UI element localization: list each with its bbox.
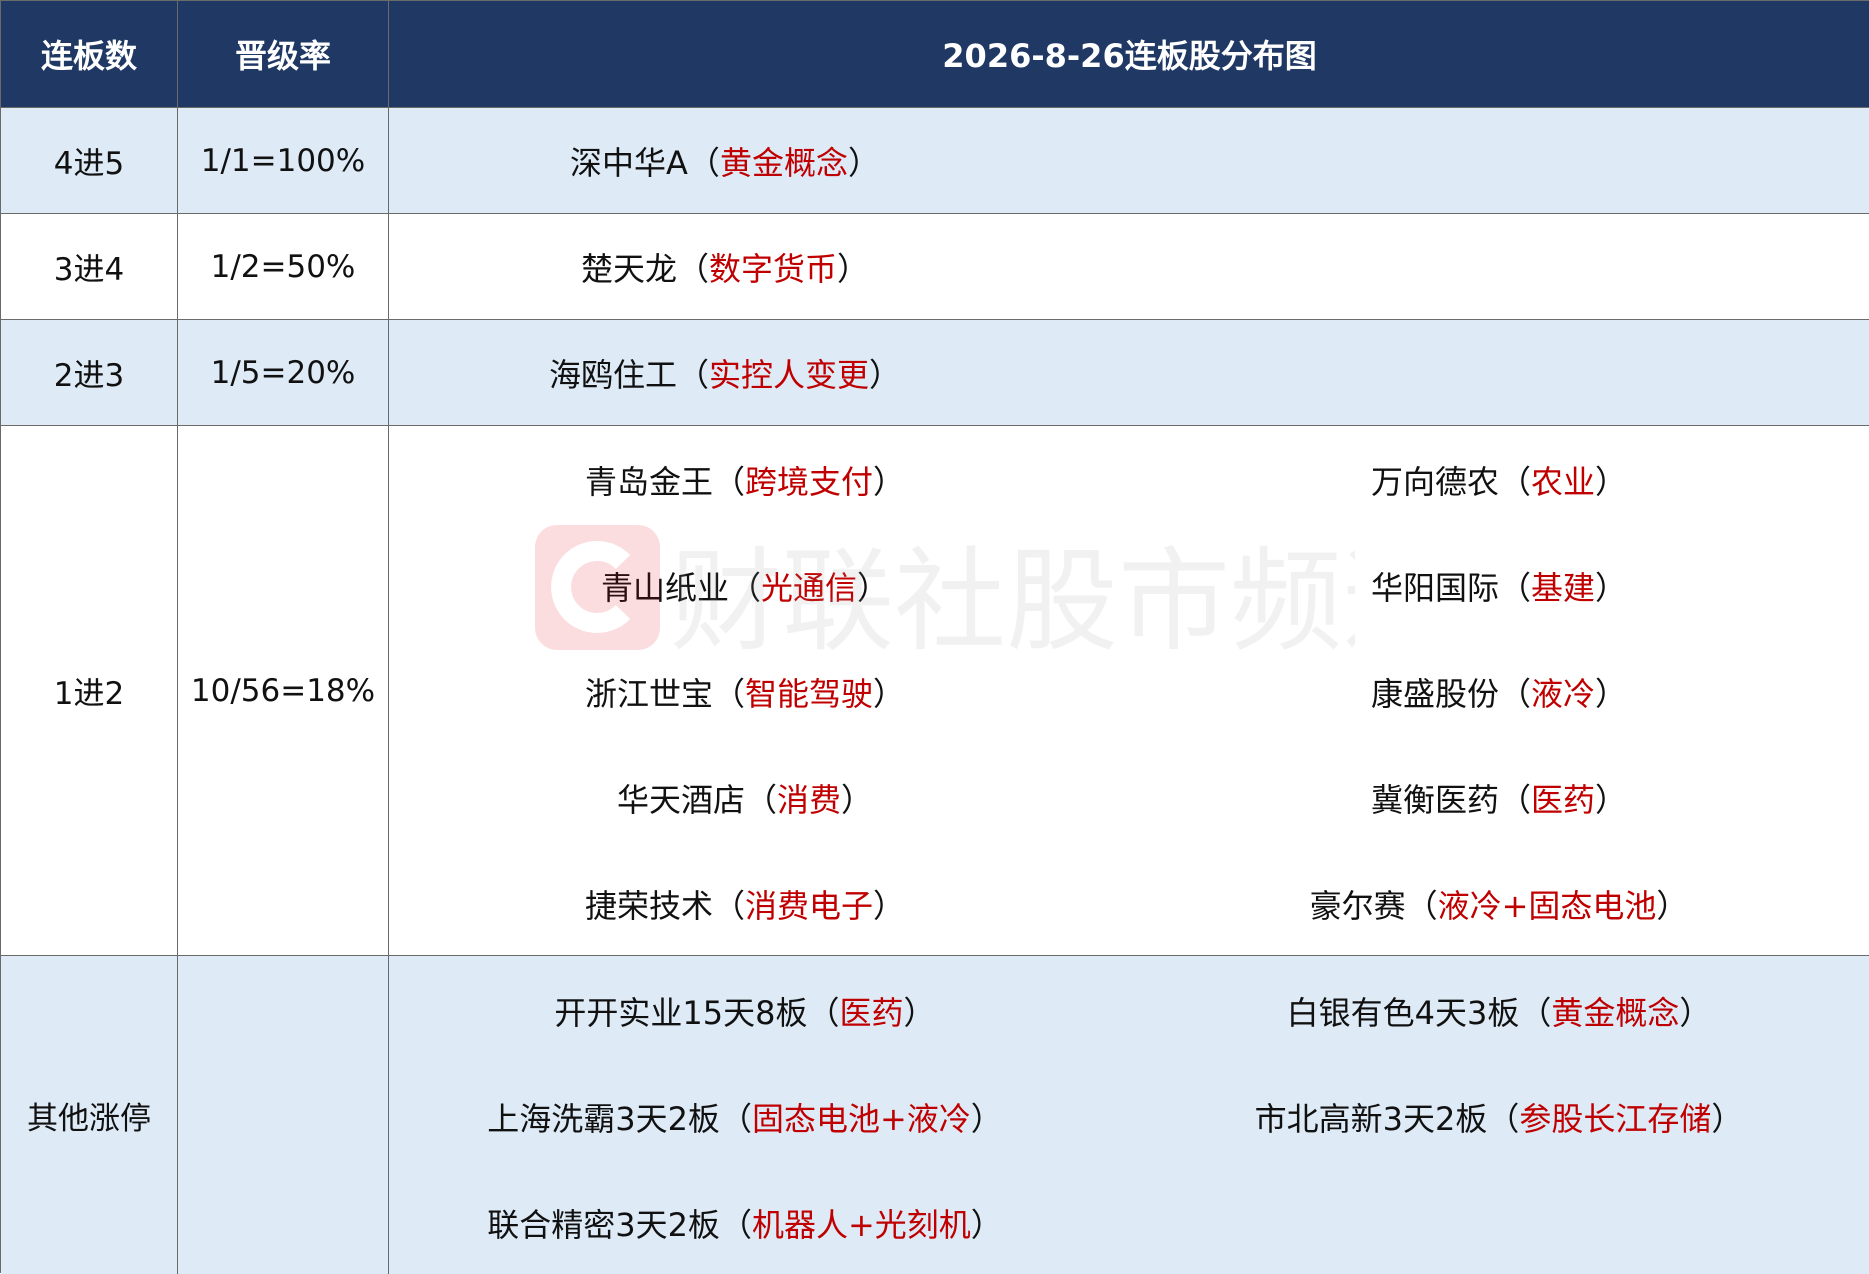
concept-tag: 基建 (1531, 569, 1596, 607)
concept-tag: 智能驾驶 (745, 675, 874, 713)
concept-tag: 跨境支付 (745, 463, 874, 501)
stock-entry: 冀衡医药（医药） (1370, 781, 1628, 819)
row-level-3to4: 3进4 (1, 214, 178, 320)
row-level-other: 其他涨停 (1, 956, 178, 1274)
stock-entry: 华天酒店（消费） (616, 781, 874, 819)
concept-tag: 黄金概念 (719, 143, 848, 182)
stock-name: 上海洗霸3天2板 (487, 1100, 720, 1138)
row-stocks-4to5: 深中华A（黄金概念） (389, 108, 1869, 214)
stock-name: 青山纸业 (600, 569, 729, 607)
stock-name: 青岛金王 (584, 463, 713, 501)
concept-tag: 参股长江存储 (1519, 1100, 1712, 1138)
concept-tag: 农业 (1531, 463, 1596, 501)
stock-name: 华天酒店 (616, 781, 745, 819)
stock-entry: 海鸥住工（实控人变更） (548, 355, 902, 394)
stock-name: 联合精密3天2板 (487, 1206, 720, 1244)
row-rate-2to3: 1/5=20% (178, 320, 389, 426)
header-promotion-rate: 晋级率 (178, 1, 389, 108)
concept-tag: 实控人变更 (709, 355, 870, 394)
row-rate-3to4: 1/2=50% (178, 214, 389, 320)
row-rate-other (178, 956, 389, 1274)
concept-tag: 消费电子 (745, 887, 874, 925)
stock-entry: 楚天龙（数字货币） (580, 249, 870, 288)
row-level-4to5: 4进5 (1, 108, 178, 214)
row-level-2to3: 2进3 (1, 320, 178, 426)
stock-entry: 捷荣技术（消费电子） (584, 887, 906, 925)
stock-name: 康盛股份 (1370, 675, 1499, 713)
limit-up-table: 连板数 晋级率 2026-8-26连板股分布图 4进5 1/1=100% 深中华… (0, 0, 1869, 1274)
stock-entry: 豪尔赛（液冷+固态电池） (1309, 887, 1689, 925)
stock-entry: 联合精密3天2板（机器人+光刻机） (487, 1206, 1003, 1244)
stock-entry: 青岛金王（跨境支付） (584, 463, 906, 501)
stock-name: 冀衡医药 (1370, 781, 1499, 819)
concept-tag: 机器人+光刻机 (751, 1206, 971, 1244)
stock-entry: 万向德农（农业） (1370, 463, 1628, 501)
row-stocks-2to3: 海鸥住工（实控人变更） (389, 320, 1869, 426)
row-stocks-3to4: 楚天龙（数字货币） (389, 214, 1869, 320)
stock-name: 豪尔赛 (1309, 887, 1406, 925)
concept-tag: 数字货币 (709, 249, 838, 288)
concept-tag: 液冷 (1531, 675, 1596, 713)
concept-tag: 消费 (777, 781, 842, 819)
row-rate-4to5: 1/1=100% (178, 108, 389, 214)
stock-entry: 市北高新3天2板（参股长江存储） (1254, 1100, 1744, 1138)
concept-tag: 医药 (1531, 781, 1596, 819)
stock-entry: 康盛股份（液冷） (1370, 675, 1628, 713)
stock-name: 浙江世宝 (584, 675, 713, 713)
stock-entry: 华阳国际（基建） (1370, 569, 1628, 607)
stock-entry: 浙江世宝（智能驾驶） (584, 675, 906, 713)
stock-name: 万向德农 (1370, 463, 1499, 501)
stock-entry: 开开实业15天8板（医药） (554, 994, 936, 1032)
header-board-count: 连板数 (1, 1, 178, 108)
stock-name: 开开实业15天8板 (554, 994, 808, 1032)
concept-tag: 黄金概念 (1551, 994, 1680, 1032)
row-level-1to2: 1进2 (1, 426, 178, 956)
stock-entry: 青山纸业（光通信） (600, 569, 890, 607)
stock-entry: 白银有色4天3板（黄金概念） (1286, 994, 1712, 1032)
stock-name: 华阳国际 (1370, 569, 1499, 607)
concept-tag: 光通信 (761, 569, 858, 607)
row-stocks-other: 开开实业15天8板（医药） 上海洗霸3天2板（固态电池+液冷） 联合精密3天2板（机… (389, 956, 1869, 1274)
row-rate-1to2: 10/56=18% (178, 426, 389, 956)
stock-name: 捷荣技术 (584, 887, 713, 925)
concept-tag: 液冷+固态电池 (1437, 887, 1657, 925)
stock-entry: 上海洗霸3天2板（固态电池+液冷） (487, 1100, 1003, 1138)
stock-name: 市北高新3天2板 (1254, 1100, 1488, 1138)
stock-entry: 深中华A（黄金概念） (570, 143, 880, 182)
stock-name: 白银有色4天3板 (1286, 994, 1520, 1032)
concept-tag: 固态电池+液冷 (751, 1100, 971, 1138)
concept-tag: 医药 (839, 994, 904, 1032)
row-stocks-1to2: 青岛金王（跨境支付） 青山纸业（光通信） 浙江世宝（智能驾驶） 华天酒店（消费） 捷荣技… (389, 426, 1869, 956)
header-title: 2026-8-26连板股分布图 (389, 1, 1869, 108)
